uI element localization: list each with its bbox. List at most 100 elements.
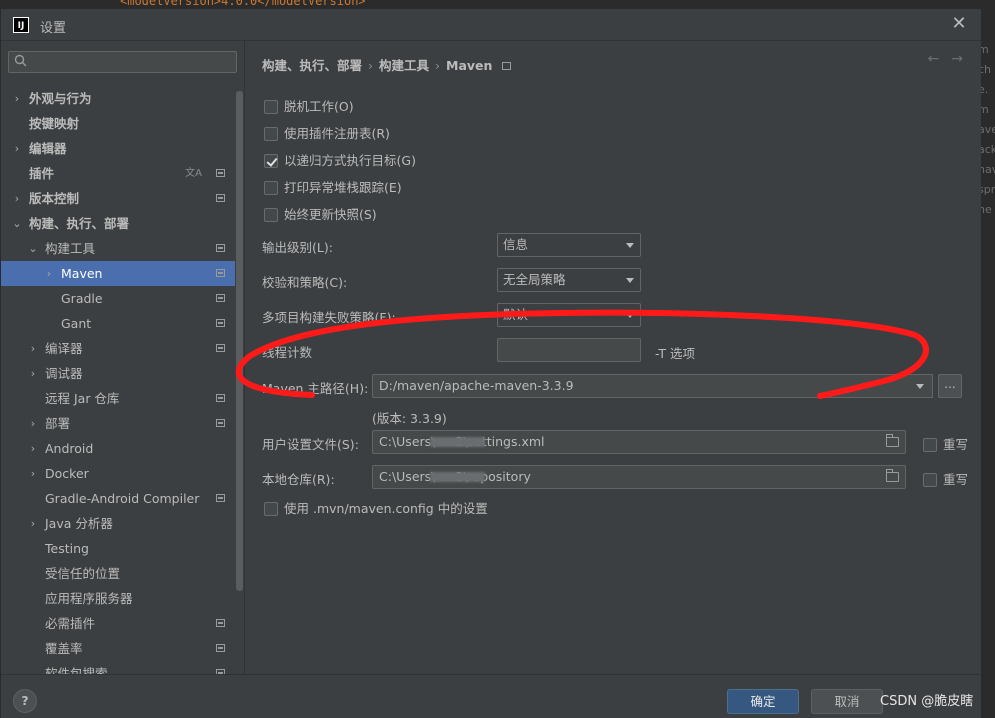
title-bar: IJ 设置 ✕ [1,9,981,41]
sidebar-item[interactable]: Testing [1,536,235,561]
project-scope-icon [216,494,225,502]
sidebar-item[interactable]: › 编辑器 [1,136,235,161]
checkbox-label: 打印异常堆栈跟踪(E) [284,180,402,195]
project-scope-icon [216,294,225,302]
chevron-down-icon[interactable]: ⌄ [28,236,38,261]
forward-arrow-icon[interactable]: → [951,51,963,67]
sidebar-item[interactable]: 应用程序服务器 [1,586,235,611]
folder-icon[interactable] [886,469,899,482]
sidebar-item[interactable]: 必需插件 [1,611,235,636]
checkbox-box[interactable] [264,127,278,141]
offline-checkbox[interactable]: 脱机工作(O) [264,98,354,116]
checksum-policy-label: 校验和策略(C): [262,275,348,290]
breadcrumb-item: 构建、执行、部署 [262,58,363,73]
output-level-select[interactable]: 信息 [497,233,641,257]
sidebar-item[interactable]: › Android [1,436,235,461]
sidebar-item-label: 插件 [29,166,55,181]
sidebar-item[interactable]: 受信任的位置 [1,561,235,586]
chevron-right-icon[interactable]: › [28,361,38,386]
sidebar-item[interactable]: 软件包搜索 [1,661,235,674]
output-level-label: 输出级别(L): [262,240,333,255]
thread-count-input[interactable] [497,338,641,362]
sidebar-item[interactable]: › Docker [1,461,235,486]
project-scope-icon [216,344,225,352]
chevron-right-icon[interactable]: › [28,336,38,361]
sidebar-item[interactable]: › Maven [1,261,235,286]
checkbox-box[interactable] [264,100,278,114]
maven-home-dropdown[interactable] [909,374,933,398]
chevron-right-icon[interactable]: › [44,261,54,286]
chevron-down-icon[interactable]: ⌄ [12,211,22,236]
maven-home-label: Maven 主路径(H): [262,381,369,396]
sidebar-item-label: Testing [45,541,89,556]
chevron-right-icon[interactable]: › [28,511,38,536]
chevron-right-icon[interactable]: › [12,186,22,211]
chevron-right-icon[interactable]: › [12,86,22,111]
multiproject-policy-label: 多项目构建失败策略(F): [262,310,396,325]
ok-button[interactable]: 确定 [727,689,799,714]
folder-icon[interactable] [886,434,899,447]
checkbox-box[interactable] [264,502,278,516]
mvn-config-checkbox[interactable]: 使用 .mvn/maven.config 中的设置 [264,500,488,518]
sidebar-item[interactable]: › Java 分析器 [1,511,235,536]
project-scope-icon [216,619,225,627]
sidebar-item-label: 外观与行为 [29,91,92,106]
sidebar-item[interactable]: ⌄ 构建工具 [1,236,235,261]
chevron-right-icon[interactable]: › [28,436,38,461]
sidebar-item-label: 构建、执行、部署 [29,216,130,231]
checkbox-box[interactable] [923,473,937,487]
csdn-watermark: CSDN @脆皮瞎 [880,694,974,709]
user-settings-override[interactable]: 重写 [923,434,968,453]
sidebar-item[interactable]: › 调试器 [1,361,235,386]
sidebar-item[interactable]: Gradle [1,286,235,311]
select-value: 默认 [503,307,529,322]
update-snapshots-checkbox[interactable]: 始终更新快照(S) [264,206,377,224]
back-arrow-icon[interactable]: ← [928,51,940,67]
project-scope-icon [216,644,225,652]
sidebar-item-label: Gant [61,316,92,331]
search-icon [14,54,27,67]
checkbox-box[interactable] [923,438,937,452]
dialog-title: 设置 [40,21,67,36]
sidebar-item[interactable]: › 编译器 [1,336,235,361]
sidebar-item-label: 调试器 [45,366,83,381]
chevron-right-icon[interactable]: › [12,136,22,161]
select-value: 无全局策略 [503,272,566,287]
sidebar-item[interactable]: Gradle-Android Compiler [1,486,235,511]
settings-tree: › 外观与行为 按键映射 › 编辑器 插件 文A › 版本控制 ⌄ 构建、执行、部署 ⌄ 构建工具 › Ma… [1,86,235,674]
settings-dialog: IJ 设置 ✕ › 外观与行为 按键映射 › 编辑器 插件 文A › 版本控制 ⌄ 构建、执行、部署… [0,8,981,718]
sidebar-item[interactable]: › 版本控制 [1,186,235,211]
chevron-right-icon[interactable]: › [28,411,38,436]
project-scope-icon [502,62,512,70]
sidebar-item[interactable]: › 部署 [1,411,235,436]
checkbox-box[interactable] [264,154,278,168]
checkbox-box[interactable] [264,208,278,222]
dialog-footer: ? 确定 取消 [1,674,981,718]
print-stacktrace-checkbox[interactable]: 打印异常堆栈跟踪(E) [264,179,402,197]
close-button[interactable]: ✕ [949,14,969,34]
local-repo-override[interactable]: 重写 [923,469,968,488]
sidebar-item[interactable]: Gant [1,311,235,336]
chevron-right-icon[interactable]: › [28,461,38,486]
checkbox-label: 脱机工作(O) [284,99,354,114]
checkbox-box[interactable] [264,181,278,195]
checkbox-label: 使用插件注册表(R) [284,126,390,141]
search-input[interactable] [8,51,237,73]
sidebar-item[interactable]: ⌄ 构建、执行、部署 [1,211,235,236]
sidebar-item[interactable]: 覆盖率 [1,636,235,661]
sidebar-item[interactable]: 远程 Jar 仓库 [1,386,235,411]
sidebar-item-label: Maven [61,266,103,281]
multiproject-policy-select[interactable]: 默认 [497,303,641,327]
sidebar-item[interactable]: 插件 文A [1,161,235,186]
sidebar-item[interactable]: › 外观与行为 [1,86,235,111]
maven-home-input[interactable]: D:/maven/apache-maven-3.3.9 [372,374,910,398]
sidebar-item[interactable]: 按键映射 [1,111,235,136]
checksum-policy-select[interactable]: 无全局策略 [497,268,641,292]
cancel-button[interactable]: 取消 [811,689,883,714]
plugin-registry-checkbox[interactable]: 使用插件注册表(R) [264,125,390,143]
sidebar-item-label: Gradle [61,291,103,306]
browse-button[interactable]: ... [938,374,962,398]
help-button[interactable]: ? [13,689,37,713]
recursive-checkbox[interactable]: 以递归方式执行目标(G) [264,152,416,170]
sidebar-scrollbar[interactable] [236,91,243,591]
